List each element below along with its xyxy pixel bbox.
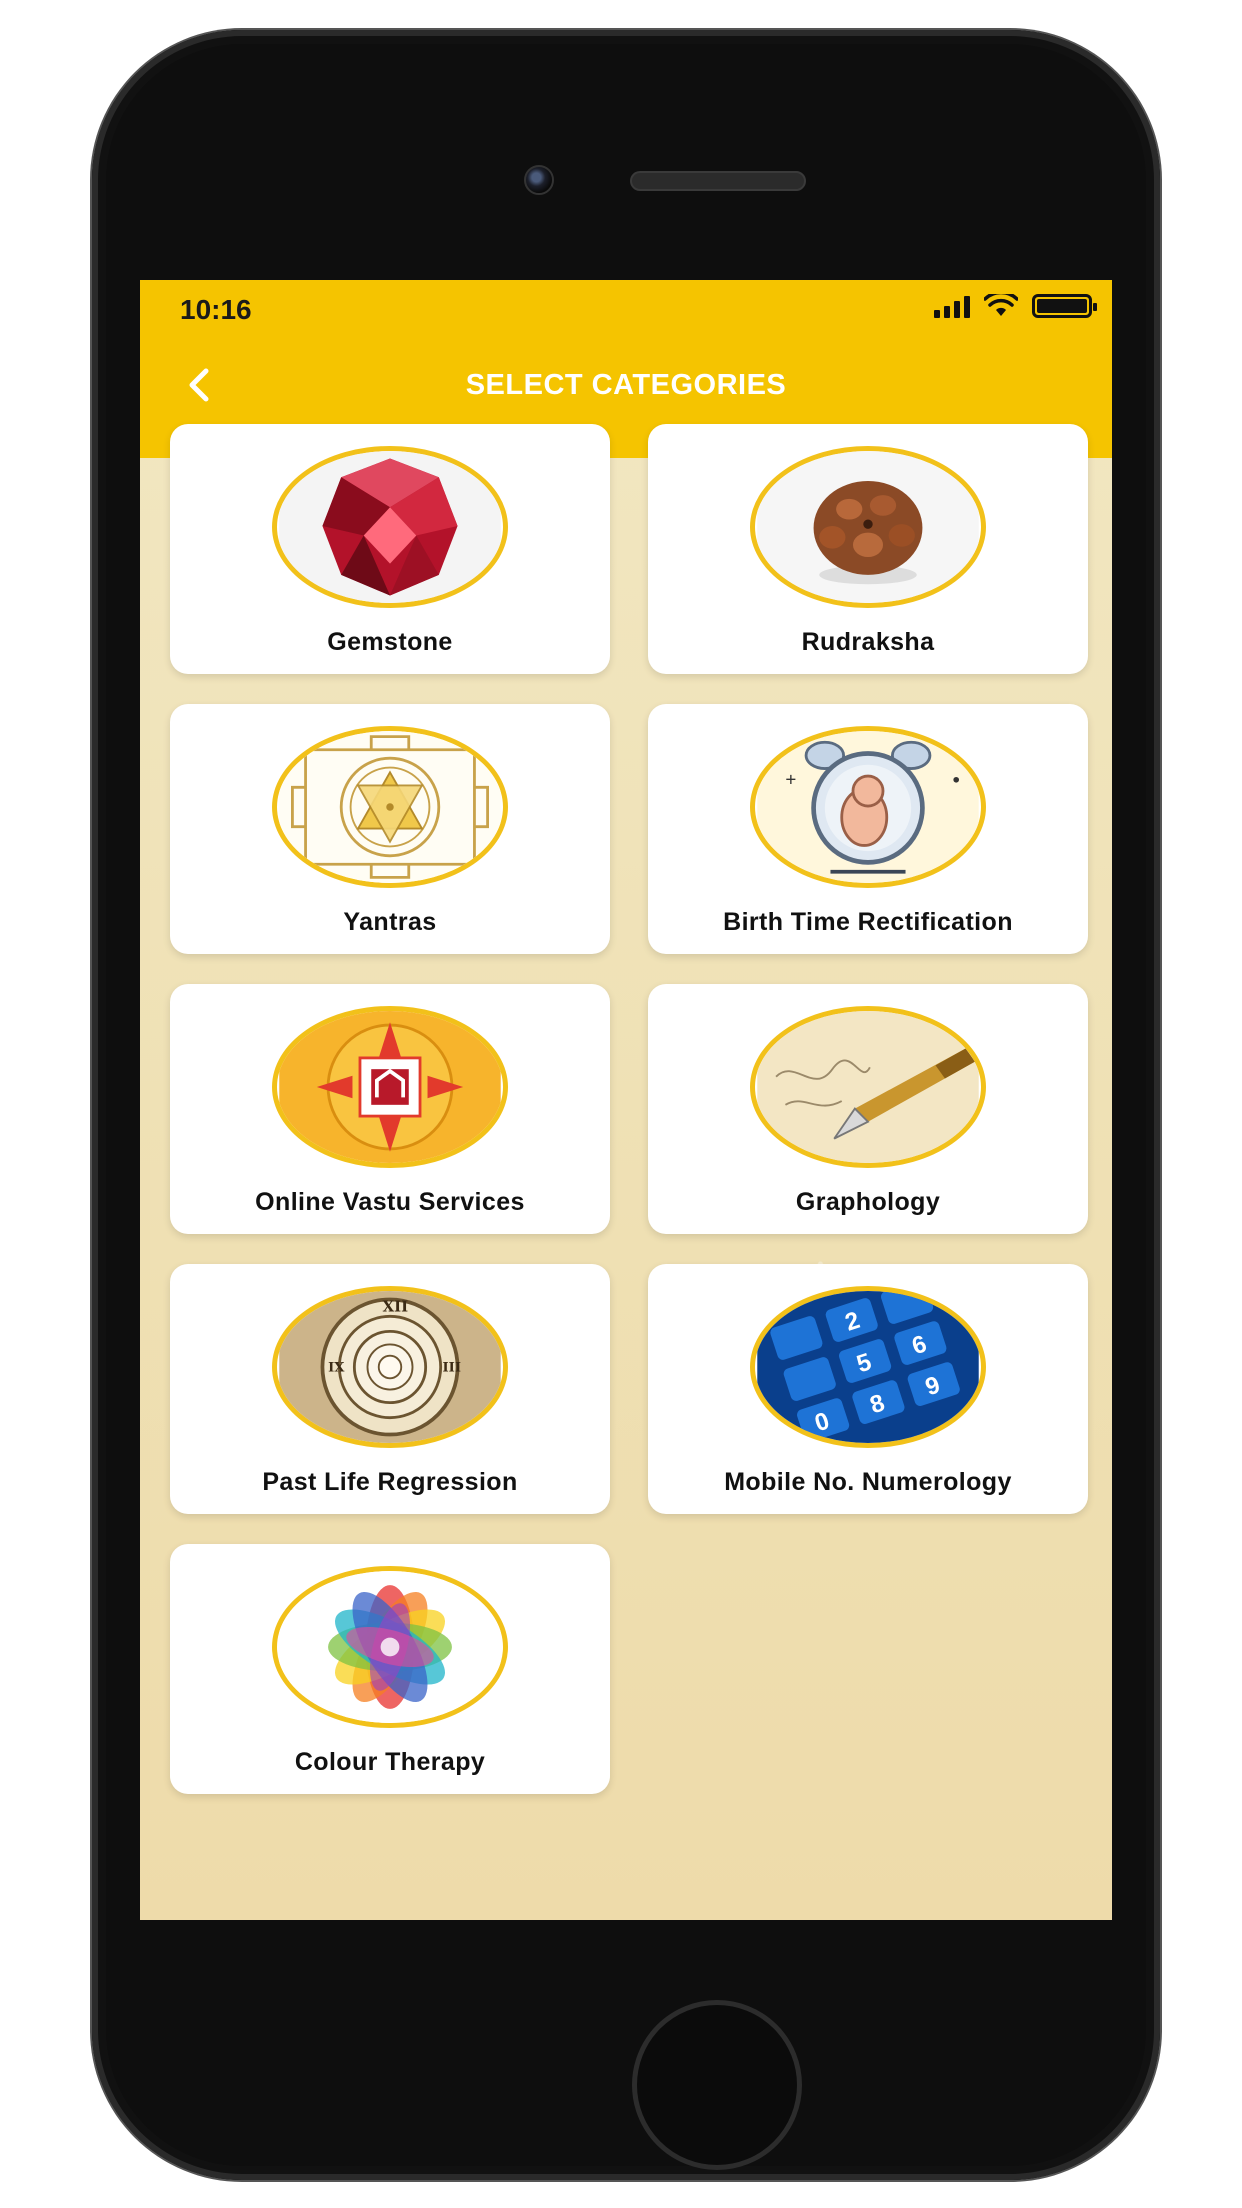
wifi-icon (984, 294, 1018, 316)
baby-clock-icon: + (750, 726, 986, 888)
category-card-mobile-numerology[interactable]: 2 5 6 0 8 9 Mobile No. Numerology (648, 1264, 1088, 1514)
category-label: Birth Time Rectification (723, 908, 1013, 936)
category-label: Mobile No. Numerology (724, 1468, 1012, 1496)
status-icons (934, 294, 1097, 318)
category-card-rudraksha[interactable]: Rudraksha (648, 424, 1088, 674)
color-wheel-icon (272, 1566, 508, 1728)
svg-text:IX: IX (328, 1361, 345, 1376)
svg-text:+: + (785, 768, 796, 789)
category-label: Colour Therapy (294, 1748, 486, 1776)
keypad-icon: 2 5 6 0 8 9 (750, 1286, 986, 1448)
spiral-clock-icon: XII IX III (272, 1286, 508, 1448)
category-label: Past Life Regression (262, 1468, 518, 1496)
front-camera (524, 165, 554, 195)
cellular-signal-icon (934, 294, 970, 318)
battery-icon (1032, 294, 1097, 318)
category-label: Online Vastu Services (255, 1188, 525, 1216)
category-card-colour-therapy[interactable]: Colour Therapy (170, 1544, 610, 1794)
category-label: Yantras (343, 908, 437, 936)
category-card-online-vastu-services[interactable]: Online Vastu Services (170, 984, 610, 1234)
category-label: Gemstone (327, 628, 453, 656)
earpiece-speaker (630, 171, 806, 191)
home-button[interactable] (632, 2000, 802, 2170)
category-card-graphology[interactable]: Graphology (648, 984, 1088, 1234)
app-screen: 10:16 SELECT CATEGORIES Gemstone Rudraks… (140, 280, 1112, 1920)
chevron-left-icon (189, 368, 209, 402)
category-label: Graphology (795, 1188, 941, 1216)
category-label: Rudraksha (801, 628, 935, 656)
gemstone-icon (272, 446, 508, 608)
back-button[interactable] (174, 360, 224, 410)
rudraksha-icon (750, 446, 986, 608)
category-card-yantras[interactable]: Yantras (170, 704, 610, 954)
page-title: SELECT CATEGORIES (465, 368, 787, 401)
fountain-pen-icon (750, 1006, 986, 1168)
vastu-compass-icon (272, 1006, 508, 1168)
status-bar: 10:16 (140, 280, 1112, 340)
svg-text:XII: XII (382, 1298, 408, 1316)
category-card-birth-time-rectification[interactable]: + Birth Time Rectification (648, 704, 1088, 954)
svg-text:III: III (443, 1361, 461, 1376)
category-card-past-life-regression[interactable]: XII IX III Past Life Regression (170, 1264, 610, 1514)
status-time: 10:16 (180, 294, 252, 325)
category-card-gemstone[interactable]: Gemstone (170, 424, 610, 674)
yantra-icon (272, 726, 508, 888)
